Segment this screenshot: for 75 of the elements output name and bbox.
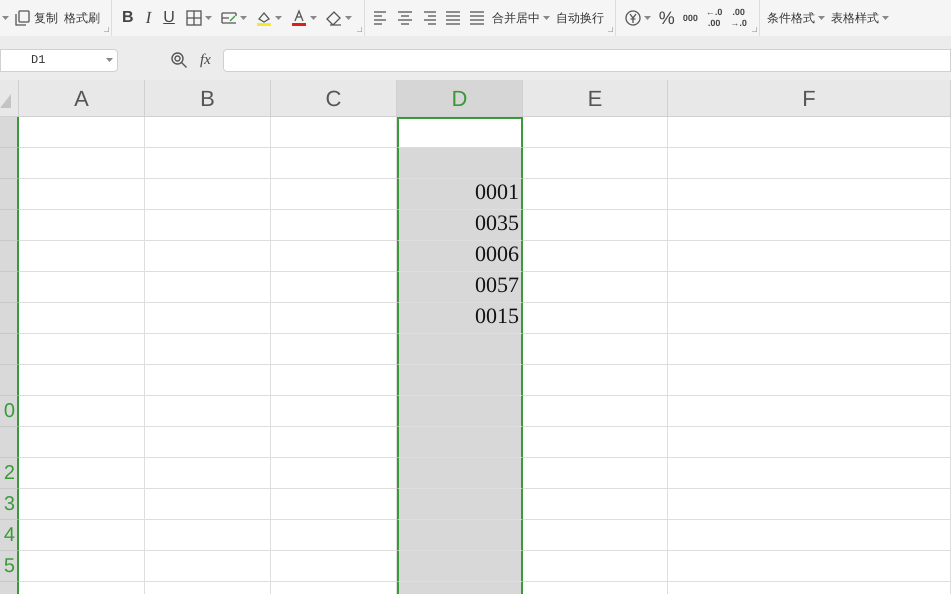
select-all-corner[interactable]	[0, 80, 19, 116]
toolbar-button[interactable]: 自动换行	[552, 4, 607, 32]
table-cell[interactable]	[397, 458, 523, 489]
font-color-icon	[290, 9, 308, 27]
table-cell[interactable]: 0057	[397, 272, 523, 303]
eraser-icon	[324, 9, 343, 27]
currency-icon	[624, 9, 642, 27]
zoom-icon[interactable]	[170, 51, 188, 69]
column-header[interactable]: E	[523, 80, 668, 116]
row-header[interactable]	[0, 179, 19, 210]
column-header[interactable]: B	[145, 80, 271, 116]
caret-icon	[344, 16, 352, 20]
decimal-button[interactable]: .00 →.0	[726, 4, 751, 32]
row-header[interactable]	[0, 117, 19, 148]
caret-icon	[106, 58, 113, 62]
row-header[interactable]	[0, 427, 19, 458]
decimal-button[interactable]: ←.0 .00	[702, 4, 726, 32]
underline-button[interactable]: U	[157, 4, 181, 32]
copy-icon	[13, 9, 31, 27]
decimal-label: ←.0	[706, 7, 722, 18]
row-header[interactable]	[0, 148, 19, 179]
borders-icon	[184, 9, 203, 27]
launcher-icon[interactable]	[104, 27, 109, 32]
table-cell[interactable]: 0035	[397, 210, 523, 241]
caret-icon	[204, 16, 212, 20]
table-cell[interactable]	[397, 334, 523, 365]
decimal-label: .00	[706, 18, 722, 29]
column-header[interactable]: A	[19, 80, 145, 116]
distribute-icon	[468, 9, 486, 27]
thousands-button[interactable]: 000	[678, 4, 702, 32]
toolbar-button[interactable]: 格式刷	[61, 4, 103, 32]
row-header[interactable]	[0, 272, 19, 303]
row-header[interactable]	[0, 334, 19, 365]
bold-button[interactable]: B	[116, 4, 140, 32]
table-cell[interactable]	[397, 148, 523, 179]
caret-icon	[818, 16, 825, 20]
italic-button[interactable]: I	[140, 4, 158, 32]
launcher-icon[interactable]	[608, 27, 613, 32]
row-header[interactable]	[0, 365, 19, 396]
launcher-icon[interactable]	[356, 27, 362, 32]
table-cell[interactable]	[397, 365, 523, 396]
percent-button[interactable]: %	[654, 4, 679, 32]
name-box[interactable]: D1	[0, 48, 118, 72]
table-cell[interactable]: 0015	[397, 303, 523, 334]
table-cell[interactable]	[397, 489, 523, 520]
caret-icon	[240, 16, 247, 20]
row-header[interactable]	[0, 241, 19, 272]
dropdown-button[interactable]: 合并居中	[488, 4, 553, 32]
decimal-label: →.0	[730, 18, 747, 29]
align-icon	[396, 9, 414, 27]
table-cell[interactable]	[397, 117, 523, 148]
column-header[interactable]: F	[668, 80, 951, 116]
table-cell[interactable]	[397, 551, 523, 582]
cell-reference: D1	[31, 52, 46, 69]
dropdown-button[interactable]: 表格样式	[828, 4, 892, 32]
table-cell[interactable]	[397, 427, 523, 458]
table-cell[interactable]	[397, 520, 523, 551]
table-cell[interactable]: 0006	[397, 241, 523, 272]
copy-button[interactable]: 复制	[10, 4, 61, 32]
caret-icon	[644, 16, 651, 20]
dropdown-button[interactable]: 条件格式	[764, 4, 828, 32]
caret-icon	[274, 16, 282, 20]
row-header[interactable]	[0, 210, 19, 241]
caret-icon	[542, 16, 550, 20]
launcher-icon[interactable]	[752, 27, 757, 32]
caret-icon	[310, 16, 317, 20]
decimal-label: .00	[731, 7, 746, 18]
align-icon	[444, 9, 462, 27]
row-header[interactable]	[0, 303, 19, 334]
table-cell[interactable]: 0001	[397, 179, 523, 210]
caret-icon	[2, 16, 9, 20]
formula-input[interactable]	[222, 48, 951, 72]
caret-icon	[882, 16, 889, 20]
table-cell[interactable]	[397, 396, 523, 427]
fx-label[interactable]: fx	[200, 48, 211, 72]
